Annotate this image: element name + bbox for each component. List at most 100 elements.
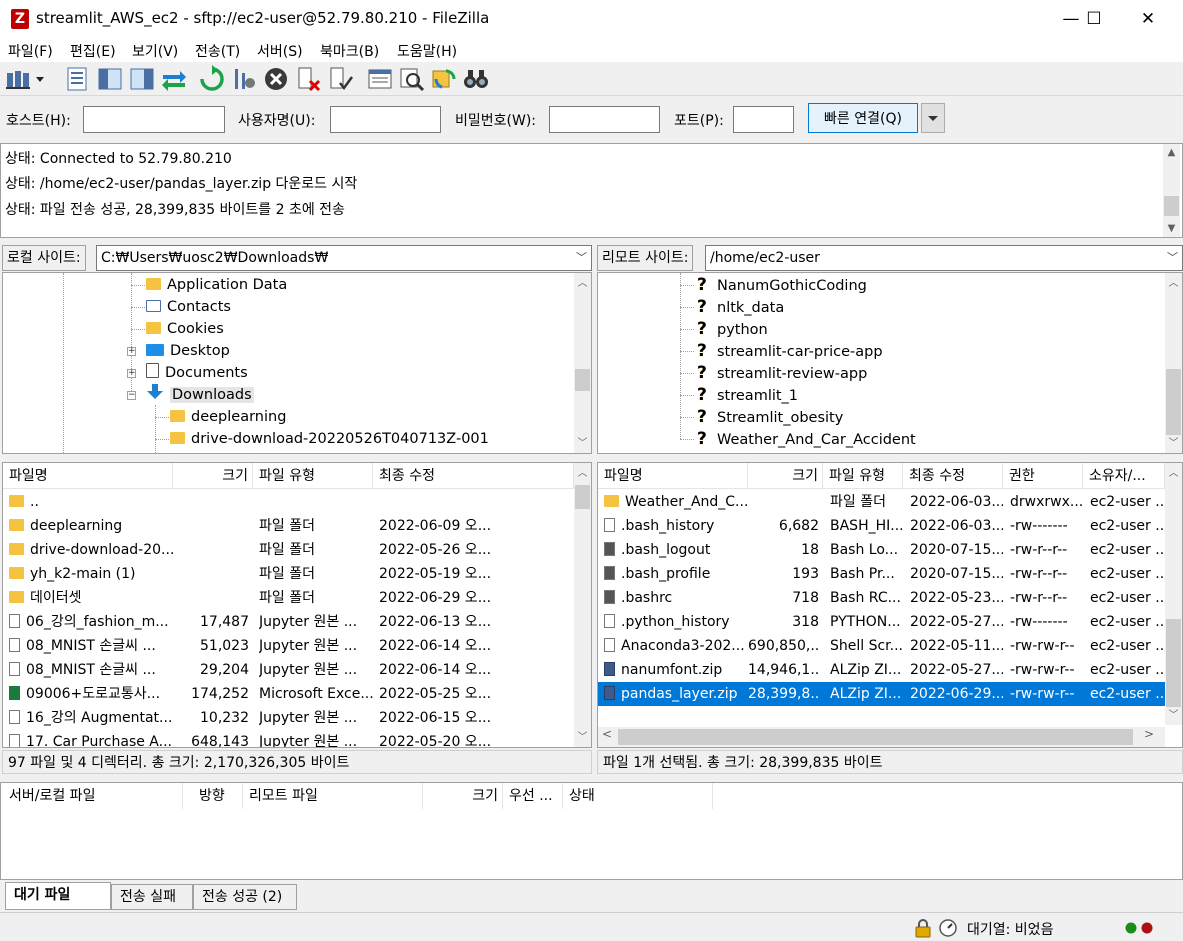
scroll-right-icon[interactable]: > bbox=[1144, 727, 1154, 741]
column-header-owner[interactable]: 소유자/... bbox=[1083, 463, 1165, 489]
scroll-down-icon[interactable]: ﹀ bbox=[1165, 707, 1182, 724]
column-header-modified[interactable]: 최종 수정 bbox=[903, 463, 1003, 489]
message-log[interactable]: 상태: Connected to 52.79.80.210 상태: /home/… bbox=[0, 143, 1183, 238]
password-input[interactable] bbox=[549, 106, 660, 133]
column-header-size[interactable]: 크기 bbox=[173, 463, 253, 489]
remote-list-hscrollbar[interactable]: < > bbox=[598, 727, 1165, 747]
tab-failed-transfers[interactable]: 전송 실패 bbox=[111, 884, 193, 910]
reconnect-icon[interactable] bbox=[326, 65, 354, 93]
local-file-row[interactable]: 17. Car Purchase A... 648,143 Jupyter 원본 .… bbox=[3, 730, 574, 747]
toggle-message-log-icon[interactable] bbox=[64, 65, 92, 93]
local-file-row[interactable]: 08_MNIST 손글씨 ... 51,023 Jupyter 원본 ... 2022… bbox=[3, 634, 574, 658]
local-directory-tree[interactable]: + + − Application Data Contacts Cookies … bbox=[2, 272, 592, 454]
site-manager-icon[interactable] bbox=[4, 65, 46, 93]
column-header-name[interactable]: 파일명 bbox=[598, 463, 748, 489]
scroll-up-icon[interactable]: ︿ bbox=[574, 465, 591, 482]
scroll-down-icon[interactable]: ﹀ bbox=[1165, 435, 1182, 452]
host-input[interactable] bbox=[83, 106, 225, 133]
local-tree-scrollbar[interactable]: ︿ ﹀ bbox=[574, 273, 591, 453]
column-header-priority[interactable]: 우선 ... bbox=[503, 783, 563, 809]
synchronized-browsing-icon[interactable] bbox=[430, 65, 458, 93]
menu-transfer[interactable]: 전송(T) bbox=[195, 41, 240, 61]
tree-item[interactable]: deeplearning bbox=[170, 406, 286, 428]
column-header-permissions[interactable]: 권한 bbox=[1003, 463, 1083, 489]
lock-icon[interactable] bbox=[914, 918, 932, 938]
remote-file-row[interactable]: .bash_history 6,682 BASH_HI... 2022-06-03..… bbox=[598, 514, 1165, 538]
remote-directory-tree[interactable]: ? NanumGothicCoding ? nltk_data ? python ? s… bbox=[597, 272, 1183, 454]
toggle-remote-tree-icon[interactable] bbox=[128, 65, 156, 93]
scroll-thumb[interactable] bbox=[1166, 619, 1181, 707]
scroll-down-icon[interactable]: ﹀ bbox=[574, 729, 591, 746]
scroll-up-icon[interactable]: ︿ bbox=[1165, 465, 1182, 482]
remote-path-combo[interactable]: /home/ec2-user ﹀ bbox=[705, 245, 1183, 271]
tree-item[interactable]: Contacts bbox=[146, 296, 231, 318]
speed-limit-icon[interactable] bbox=[938, 918, 958, 938]
remote-file-row[interactable]: .bash_profile 193 Bash Pr... 2020-07-15... -… bbox=[598, 562, 1165, 586]
column-header-size[interactable]: 크기 bbox=[748, 463, 823, 489]
tree-item[interactable]: ? streamlit-review-app bbox=[697, 362, 867, 384]
tree-item[interactable]: drive-download-20220526T040713Z-001 bbox=[170, 428, 489, 450]
close-window-button[interactable]: ✕ bbox=[1125, 0, 1171, 38]
quickconnect-dropdown[interactable] bbox=[921, 103, 945, 133]
scroll-up-icon[interactable]: ▲ bbox=[1163, 144, 1180, 161]
column-header-direction[interactable]: 방향 bbox=[193, 783, 243, 809]
tree-item[interactable]: ? Streamlit_obesity bbox=[697, 406, 843, 428]
tab-successful-transfers[interactable]: 전송 성공 (2) bbox=[193, 884, 297, 910]
menu-file[interactable]: 파일(F) bbox=[8, 41, 53, 61]
local-file-row[interactable]: 09006+도로교통사... 174,252 Microsoft Exce... 20… bbox=[3, 682, 574, 706]
menu-edit[interactable]: 편집(E) bbox=[70, 41, 116, 61]
local-file-list[interactable]: 파일명 크기 파일 유형 최종 수정 .. deeplearning 파일 폴더 20… bbox=[2, 462, 592, 748]
scroll-thumb[interactable] bbox=[575, 369, 590, 391]
tree-item[interactable]: Documents bbox=[146, 362, 248, 384]
local-file-row[interactable]: yh_k2-main (1) 파일 폴더 2022-05-19 오... bbox=[3, 562, 574, 586]
local-list-scrollbar[interactable]: ︿ ﹀ bbox=[574, 463, 591, 747]
compare-directories-icon[interactable] bbox=[398, 65, 426, 93]
scroll-thumb[interactable] bbox=[1166, 369, 1181, 435]
menu-help[interactable]: 도움말(H) bbox=[397, 41, 457, 61]
scroll-left-icon[interactable]: < bbox=[602, 727, 612, 741]
expand-icon[interactable]: + bbox=[127, 369, 136, 378]
remote-file-row[interactable]: .bashrc 718 Bash RC... 2022-05-23... -rw-r--… bbox=[598, 586, 1165, 610]
tree-item[interactable]: ? streamlit_1 bbox=[697, 384, 798, 406]
remote-file-row[interactable]: Weather_And_C... 파일 폴더 2022-06-03... drwxrw… bbox=[598, 490, 1165, 514]
scroll-thumb[interactable] bbox=[575, 485, 590, 509]
menu-view[interactable]: 보기(V) bbox=[132, 41, 178, 61]
local-file-row[interactable]: drive-download-20... 파일 폴더 2022-05-26 오... bbox=[3, 538, 574, 562]
expand-icon[interactable]: + bbox=[127, 347, 136, 356]
scroll-up-icon[interactable]: ︿ bbox=[574, 275, 591, 292]
cancel-operation-icon[interactable] bbox=[262, 65, 290, 93]
column-header-size[interactable]: 크기 bbox=[423, 783, 503, 809]
menu-server[interactable]: 서버(S) bbox=[257, 41, 303, 61]
tree-item[interactable]: ? python bbox=[697, 318, 768, 340]
tree-item[interactable]: ? nltk_data bbox=[697, 296, 784, 318]
collapse-icon[interactable]: − bbox=[127, 391, 136, 400]
remote-file-row[interactable]: pandas_layer.zip 28,399,8... ALZip ZI... 20… bbox=[598, 682, 1165, 706]
toggle-local-tree-icon[interactable] bbox=[96, 65, 124, 93]
remote-list-scrollbar[interactable]: ︿ ﹀ bbox=[1165, 463, 1182, 725]
directory-listing-filters-icon[interactable] bbox=[366, 65, 394, 93]
column-header-status[interactable]: 상태 bbox=[563, 783, 713, 809]
column-header-local-file[interactable]: 서버/로컬 파일 bbox=[3, 783, 183, 809]
local-path-combo[interactable]: C:₩Users₩uosc2₩Downloads₩ ﹀ bbox=[96, 245, 592, 271]
scroll-down-icon[interactable]: ﹀ bbox=[574, 435, 591, 452]
local-file-row[interactable]: 06_강의_fashion_m... 17,487 Jupyter 원본 ... 20… bbox=[3, 610, 574, 634]
scroll-thumb[interactable] bbox=[618, 729, 1133, 745]
column-header-name[interactable]: 파일명 bbox=[3, 463, 173, 489]
port-input[interactable] bbox=[733, 106, 794, 133]
transfer-queue[interactable]: 서버/로컬 파일 방향 리모트 파일 크기 우선 ... 상태 bbox=[0, 782, 1183, 880]
tab-queued-files[interactable]: 대기 파일 bbox=[5, 882, 111, 910]
remote-file-row[interactable]: nanumfont.zip 14,946,1... ALZip ZI... 2022-… bbox=[598, 658, 1165, 682]
disconnect-icon[interactable] bbox=[294, 65, 322, 93]
tree-item[interactable]: ? streamlit-car-price-app bbox=[697, 340, 883, 362]
local-file-row[interactable]: .. bbox=[3, 490, 574, 514]
maximize-button[interactable]: ☐ bbox=[1071, 0, 1117, 38]
remote-file-row[interactable]: .bash_logout 18 Bash Lo... 2020-07-15... -rw… bbox=[598, 538, 1165, 562]
remote-file-list[interactable]: 파일명 크기 파일 유형 최종 수정 권한 소유자/... Weather_An… bbox=[597, 462, 1183, 748]
menu-bookmarks[interactable]: 북마크(B) bbox=[320, 41, 379, 61]
local-file-row[interactable]: 08_MNIST 손글씨 ... 29,204 Jupyter 원본 ... 2022… bbox=[3, 658, 574, 682]
remote-tree-scrollbar[interactable]: ︿ ﹀ bbox=[1165, 273, 1182, 453]
column-header-remote-file[interactable]: 리모트 파일 bbox=[243, 783, 423, 809]
tree-item[interactable]: Cookies bbox=[146, 318, 224, 340]
remote-file-row[interactable]: .python_history 318 PYTHON... 2022-05-27...… bbox=[598, 610, 1165, 634]
scroll-up-icon[interactable]: ︿ bbox=[1165, 275, 1182, 292]
